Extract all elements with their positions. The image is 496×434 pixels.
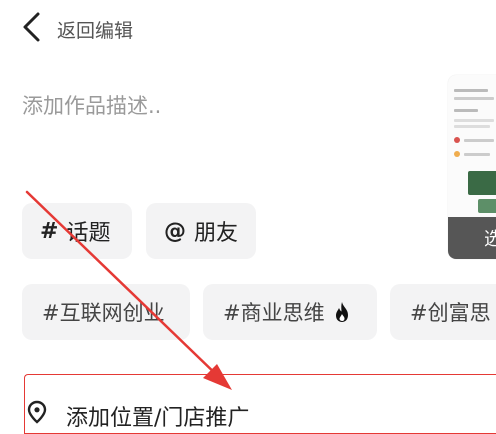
back-chevron-icon[interactable] bbox=[18, 10, 48, 44]
thumbnail-text-line bbox=[464, 139, 494, 142]
description-input[interactable] bbox=[22, 86, 402, 126]
friend-chip-label: 朋友 bbox=[194, 221, 239, 246]
location-pin-icon bbox=[27, 400, 47, 424]
hashtag-chip[interactable]: #互联网创业 bbox=[22, 284, 190, 340]
thumbnail-text-line bbox=[454, 125, 490, 128]
thumbnail-text-line bbox=[454, 97, 494, 100]
thumbnail-dot bbox=[454, 151, 460, 157]
topic-chip-label: 话题 bbox=[66, 221, 111, 246]
thumbnail-card bbox=[478, 199, 496, 213]
thumbnail-text-line bbox=[454, 119, 494, 122]
thumbnail-overlay-text[interactable]: 选 bbox=[484, 225, 496, 251]
hashtag-chip[interactable]: #商业思维 bbox=[203, 284, 377, 340]
hash-symbol: # bbox=[40, 218, 59, 244]
cover-thumbnail[interactable]: 选 bbox=[448, 75, 496, 259]
thumbnail-text-line bbox=[454, 109, 478, 112]
thumbnail-text-line bbox=[464, 153, 490, 156]
thumbnail-card bbox=[468, 171, 496, 195]
hashtag-chip[interactable]: #创富思 bbox=[390, 284, 496, 340]
hashtag-label: #互联网创业 bbox=[42, 301, 165, 325]
add-location-button[interactable]: 添加位置/门店推广 bbox=[66, 400, 249, 432]
topic-chip[interactable]: # 话题 bbox=[22, 203, 132, 259]
flame-icon bbox=[335, 302, 348, 322]
top-bar: 返回编辑 bbox=[0, 0, 496, 60]
friend-chip[interactable]: @ 朋友 bbox=[146, 203, 256, 259]
hashtag-label: #商业思维 bbox=[223, 301, 325, 325]
back-button-label[interactable]: 返回编辑 bbox=[57, 16, 133, 43]
thumbnail-text-line bbox=[454, 89, 488, 92]
at-symbol: @ bbox=[164, 218, 186, 244]
hashtag-label: #创富思 bbox=[410, 301, 491, 325]
thumbnail-dot bbox=[454, 137, 460, 143]
